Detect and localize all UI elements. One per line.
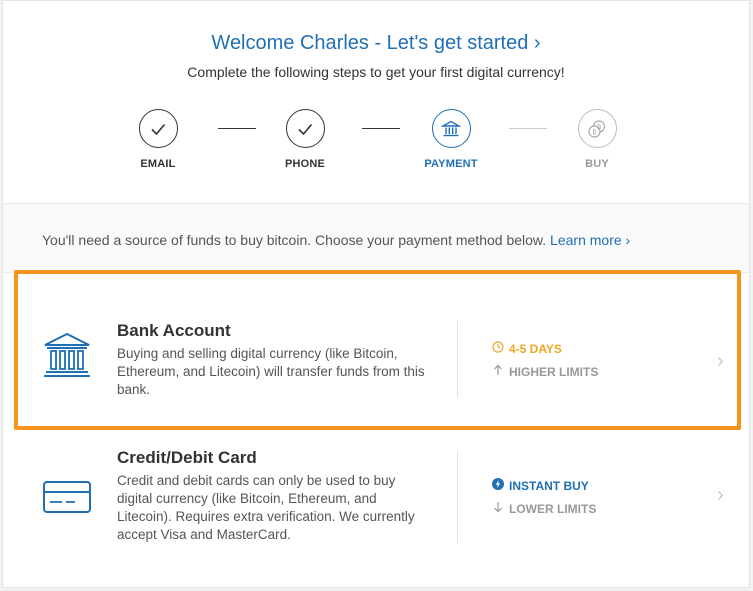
method-description: Credit and debit cards can only be used … [117,473,415,542]
step-label: PHONE [284,158,326,170]
step-label: EMAIL [140,158,176,170]
step-email: EMAIL [118,109,198,170]
limits-label: HIGHER LIMITS [509,364,599,379]
check-icon [285,109,325,148]
check-icon [138,109,178,148]
onboarding-card: Welcome Charles - Let's get started › Co… [2,0,750,588]
clock-icon [492,341,504,356]
step-phone: PHONE [265,109,345,170]
method-description: Buying and selling digital currency (lik… [117,346,425,397]
method-title: Credit/Debit Card [117,448,257,467]
arrow-down-icon [492,501,504,516]
limits-badge: LOWER LIMITS [492,501,596,516]
step-buy: ₿ ₿ BUY [557,109,637,170]
chevron-right-icon[interactable]: › [717,484,724,507]
step-label: PAYMENT [424,158,478,170]
step-payment: PAYMENT [411,109,491,170]
welcome-subtitle: Complete the following steps to get your… [187,64,565,80]
bank-icon [431,109,471,148]
divider [457,451,458,543]
learn-more-link[interactable]: Learn more › [550,232,630,248]
credit-debit-card-option[interactable]: Credit/Debit Card Credit and debit cards… [3,431,749,571]
bank-account-option[interactable]: Bank Account Buying and selling digital … [3,274,749,424]
divider [457,321,458,398]
method-title: Bank Account [117,321,231,340]
speed-badge: INSTANT BUY [492,478,589,493]
arrow-up-icon [492,364,504,379]
payment-info-band: You'll need a source of funds to buy bit… [3,203,749,273]
bank-icon [43,332,91,383]
speed-badge: 4-5 DAYS [492,341,562,356]
svg-text:₿: ₿ [597,124,602,131]
coins-icon: ₿ ₿ [577,109,617,148]
credit-card-icon [43,481,91,518]
chevron-right-icon[interactable]: › [717,350,724,373]
payment-info: You'll need a source of funds to buy bit… [42,232,630,248]
lightning-icon [492,478,504,493]
welcome-title[interactable]: Welcome Charles - Let's get started › [3,32,749,55]
step-connector [362,128,400,129]
speed-label: 4-5 DAYS [509,341,562,356]
limits-label: LOWER LIMITS [509,501,597,516]
step-connector [509,128,547,129]
svg-text:₿: ₿ [592,129,597,136]
speed-label: INSTANT BUY [509,478,589,493]
limits-badge: HIGHER LIMITS [492,364,598,379]
payment-info-text: You'll need a source of funds to buy bit… [42,232,547,248]
onboarding-header: Welcome Charles - Let's get started › Co… [3,1,749,203]
step-connector [218,128,256,129]
step-label: BUY [585,158,609,170]
